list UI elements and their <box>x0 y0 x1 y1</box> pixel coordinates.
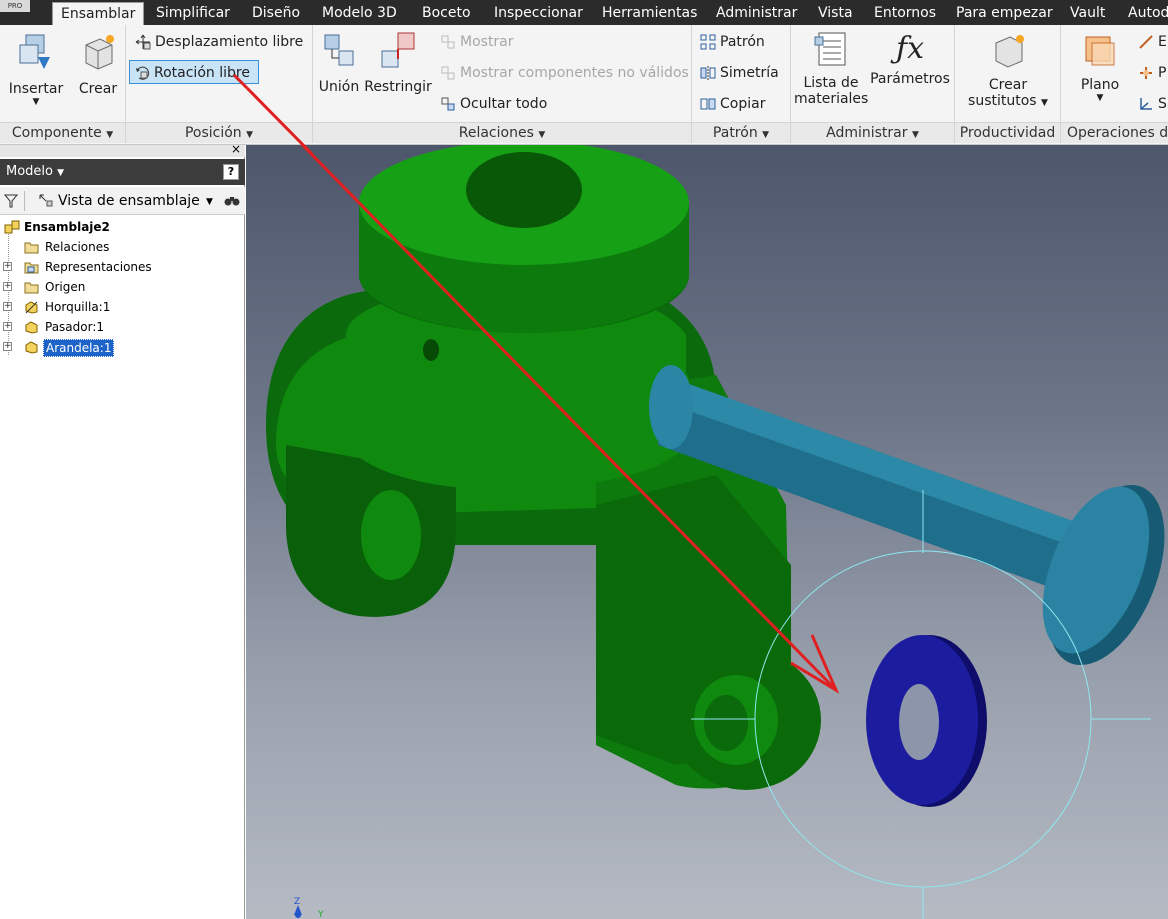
annotation-arrow-top <box>232 73 314 156</box>
inventor-window: PRO Ensamblar Simplificar Diseño Modelo … <box>0 0 1168 919</box>
